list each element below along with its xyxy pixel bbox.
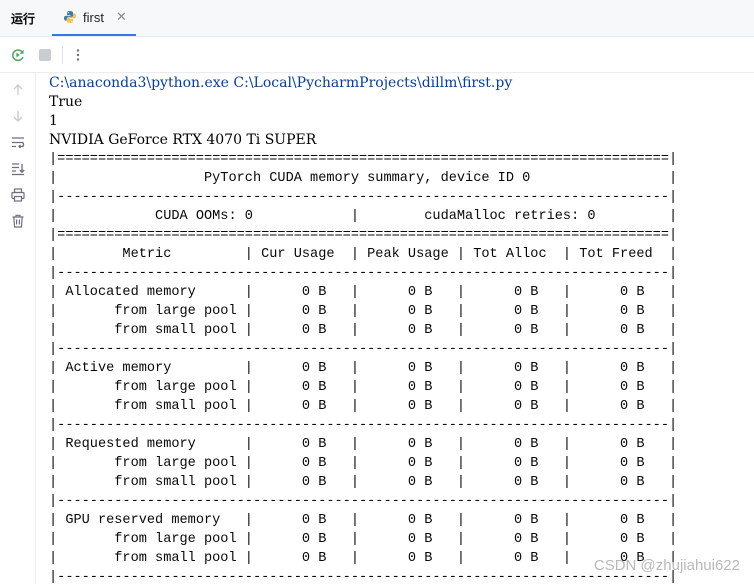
tab-first[interactable]: first ✕ [52,0,136,36]
table-line: |---------------------------------------… [49,190,678,205]
scroll-to-end-icon [12,163,25,176]
rerun-button[interactable] [9,46,27,64]
table-line: |---------------------------------------… [49,342,678,357]
print-icon [11,188,25,202]
table-line: | GPU reserved memory | 0 B | 0 B | 0 B … [49,513,678,528]
table-line: | from large pool | 0 B | 0 B | 0 B | 0 … [49,456,678,471]
table-line: | from small pool | 0 B | 0 B | 0 B | 0 … [49,551,678,566]
output-line: 1 [49,113,58,129]
next-occurrence-button[interactable] [9,107,27,125]
more-vertical-icon [76,49,80,61]
table-line: | from small pool | 0 B | 0 B | 0 B | 0 … [49,399,678,414]
table-line: |---------------------------------------… [49,266,678,281]
python-icon [64,11,76,23]
arrow-up-icon [13,84,23,95]
previous-occurrence-button[interactable] [9,81,27,99]
rerun-icon [12,49,24,62]
soft-wrap-button[interactable] [9,134,27,152]
table-line: |=======================================… [49,152,678,167]
tab-label: first [83,10,104,25]
table-line: | from large pool | 0 B | 0 B | 0 B | 0 … [49,532,678,547]
table-line: | CUDA OOMs: 0 | cudaMalloc retries: 0 | [49,209,678,224]
console-output[interactable]: C:\anaconda3\python.exe C:\Local\Pycharm… [49,73,754,584]
run-panel-title: 运行 [11,12,36,26]
output-line: NVIDIA GeForce RTX 4070 Ti SUPER [49,132,317,148]
close-tab-icon[interactable]: ✕ [116,9,127,25]
soft-wrap-icon [12,137,25,149]
table-line: | from large pool | 0 B | 0 B | 0 B | 0 … [49,380,678,395]
table-line: | Metric | Cur Usage | Peak Usage | Tot … [49,247,678,262]
command-line: C:\anaconda3\python.exe C:\Local\Pycharm… [49,75,513,91]
table-line: |=======================================… [49,228,678,243]
console-side-toolbar [0,73,36,584]
table-line: | Active memory | 0 B | 0 B | 0 B | 0 B … [49,361,678,376]
clear-all-button[interactable] [9,212,27,230]
table-line: | Requested memory | 0 B | 0 B | 0 B | 0… [49,437,678,452]
table-line: | from large pool | 0 B | 0 B | 0 B | 0 … [49,304,678,319]
trash-icon [12,214,24,228]
toolbar-separator [62,46,63,64]
more-options-button[interactable] [69,46,87,64]
watermark: CSDN @zhujiahui622 [593,557,740,574]
table-line: | from small pool | 0 B | 0 B | 0 B | 0 … [49,323,678,338]
table-line: |---------------------------------------… [49,494,678,509]
scroll-to-end-button[interactable] [9,160,27,178]
table-line: | Allocated memory | 0 B | 0 B | 0 B | 0… [49,285,678,300]
arrow-down-icon [13,111,23,122]
print-button[interactable] [9,186,27,204]
table-line: | PyTorch CUDA memory summary, device ID… [49,171,678,186]
table-line: | from small pool | 0 B | 0 B | 0 B | 0 … [49,475,678,490]
stop-icon [39,49,51,61]
output-line: True [49,94,83,110]
run-toolbar [0,37,754,73]
stop-button[interactable] [36,46,54,64]
run-tool-window-header: 运行 first ✕ [0,0,754,37]
table-line: |---------------------------------------… [49,570,678,584]
table-line: |---------------------------------------… [49,418,678,433]
